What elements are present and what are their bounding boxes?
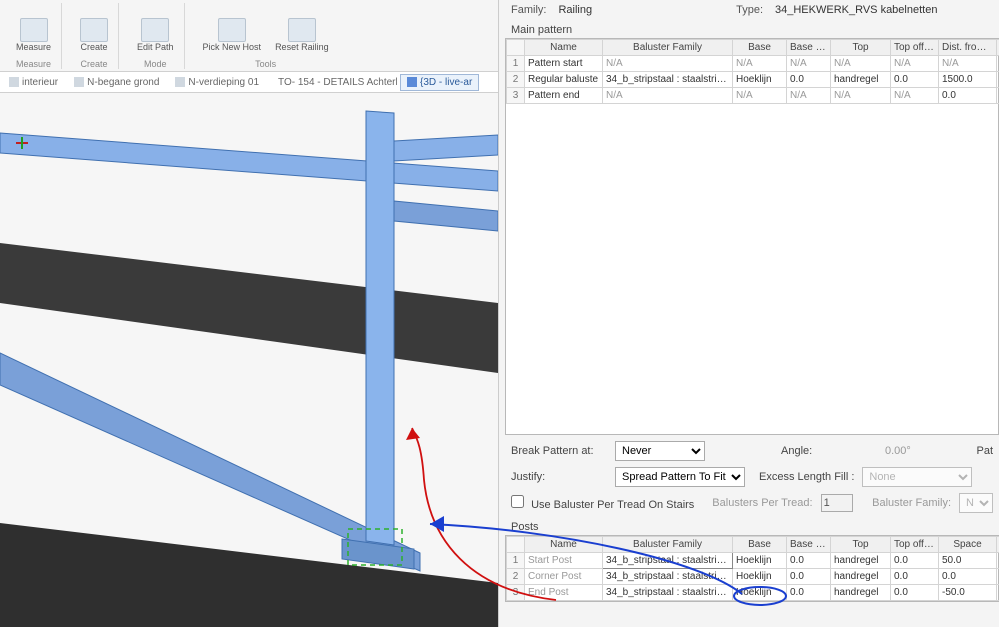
posts-label: Posts: [505, 519, 999, 535]
main-pattern-grid[interactable]: Name Baluster Family Base Base offset To…: [505, 38, 999, 435]
document-icon: [9, 77, 19, 87]
justify-label: Justify:: [511, 471, 607, 483]
baluster-family-select[interactable]: No: [959, 493, 993, 513]
view-tab-verdieping[interactable]: N-verdieping 01: [168, 74, 266, 91]
justify-select[interactable]: Spread Pattern To Fit: [615, 467, 745, 487]
ribbon-group-create: Create Create: [70, 3, 119, 69]
view-tab-interieur[interactable]: interieur: [2, 74, 65, 91]
type-label: Type:: [736, 4, 763, 16]
break-pattern-label: Break Pattern at:: [511, 445, 607, 457]
balusters-per-tread-input[interactable]: [821, 494, 853, 512]
angle-label: Angle:: [781, 445, 877, 457]
ribbon-group-tools: Pick New Host Reset Railing Tools: [193, 3, 339, 69]
balusters-per-tread-label: Balusters Per Tread:: [712, 497, 812, 509]
3d-viewport[interactable]: [0, 93, 498, 627]
edit-path-button[interactable]: Edit Path: [133, 16, 178, 55]
baluster-properties-panel: Family: Railing Type: 34_HEKWERK_RVS kab…: [498, 0, 999, 627]
view-tab-3d-live[interactable]: {3D - live-ar: [400, 74, 479, 91]
table-header-row: Name Baluster Family Base Base offset To…: [507, 537, 999, 553]
ribbon: Measure Measure Create Create Edit Path …: [0, 0, 498, 72]
document-icon: [175, 77, 185, 87]
table-row[interactable]: 2 Regular baluste 34_b_stripstaal : staa…: [507, 72, 999, 88]
ribbon-group-mode: Edit Path Mode: [127, 3, 185, 69]
pattern-truncated-label: Pat: [976, 445, 993, 457]
cube-icon: [407, 77, 417, 87]
header-row: Family: Railing Type: 34_HEKWERK_RVS kab…: [505, 0, 999, 22]
pick-new-host-button[interactable]: Pick New Host: [199, 16, 266, 55]
main-pattern-label: Main pattern: [505, 22, 999, 38]
posts-grid[interactable]: Name Baluster Family Base Base offset To…: [505, 535, 999, 602]
table-row[interactable]: 3 Pattern end N/A N/A N/A N/A N/A 0.0 N/…: [507, 88, 999, 104]
ribbon-group-measure: Measure Measure: [6, 3, 62, 69]
revit-left-pane: Measure Measure Create Create Edit Path …: [0, 0, 498, 627]
table-row[interactable]: 1 Start Post 34_b_stripstaal : staalstri…: [507, 553, 999, 569]
create-button[interactable]: Create: [76, 16, 112, 55]
family-value: Railing: [558, 4, 592, 16]
angle-value: 0.00°: [885, 445, 911, 457]
family-label: Family:: [511, 4, 546, 16]
baluster-per-tread-row: Use Baluster Per Tread On Stairs Baluste…: [511, 493, 993, 513]
baluster-family-label: Baluster Family:: [872, 497, 951, 509]
type-value: 34_HEKWERK_RVS kabelnetten: [775, 4, 937, 16]
excess-length-select[interactable]: None: [862, 467, 972, 487]
use-baluster-stairs-checkbox-wrap[interactable]: Use Baluster Per Tread On Stairs: [511, 495, 694, 511]
table-header-row: Name Baluster Family Base Base offset To…: [507, 40, 999, 56]
excess-length-label: Excess Length Fill :: [759, 471, 854, 483]
document-icon: [74, 77, 84, 87]
table-row[interactable]: 3 End Post 34_b_stripstaal : staalstrip …: [507, 585, 999, 601]
posts-base-start: Hoeklijn: [733, 553, 787, 569]
break-pattern-row: Break Pattern at: Never Angle: 0.00° Pat: [511, 441, 993, 461]
ribbon-group-label: Measure: [16, 57, 51, 69]
view-tab-begane-grond[interactable]: N-begane grond: [67, 74, 166, 91]
measure-button[interactable]: Measure: [12, 16, 55, 55]
break-pattern-select[interactable]: Never: [615, 441, 705, 461]
table-row[interactable]: 2 Corner Post 34_b_stripstaal : staalstr…: [507, 569, 999, 585]
reset-railing-button[interactable]: Reset Railing: [271, 16, 333, 55]
justify-row: Justify: Spread Pattern To Fit Excess Le…: [511, 467, 993, 487]
use-baluster-stairs-checkbox[interactable]: [511, 495, 524, 508]
table-row[interactable]: 1 Pattern start N/A N/A N/A N/A N/A N/A …: [507, 56, 999, 72]
view-tabs: interieur N-begane grond N-verdieping 01…: [0, 72, 498, 93]
railing-3d-model: [0, 93, 498, 627]
view-tab-details[interactable]: TO- 154 - DETAILS Achterbouw Fah...: [268, 74, 398, 91]
